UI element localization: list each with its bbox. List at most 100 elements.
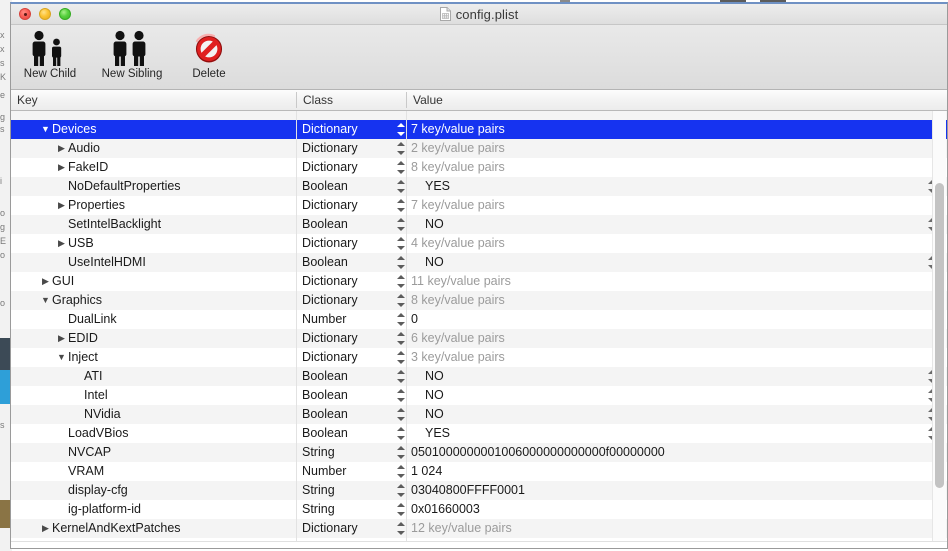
row-value-cell[interactable]: 0501000000001006000000000000f00000000 xyxy=(411,443,665,462)
row-value-cell[interactable]: 3 key/value pairs xyxy=(411,348,505,367)
chevron-down-icon[interactable]: ▼ xyxy=(41,291,50,310)
row-value-cell[interactable]: 0x01660003 xyxy=(411,500,480,519)
row-class-cell[interactable]: Boolean xyxy=(302,253,348,272)
table-row[interactable]: ▶ATI Boolean NO xyxy=(11,367,947,386)
delete-button[interactable]: Delete xyxy=(170,27,248,80)
row-class-cell[interactable]: Dictionary xyxy=(302,139,358,158)
row-value-cell[interactable]: 4 key/value pairs xyxy=(411,234,505,253)
row-class-cell[interactable]: Boolean xyxy=(302,424,348,443)
row-class-cell[interactable]: String xyxy=(302,481,335,500)
row-value-cell[interactable]: NO xyxy=(411,215,444,234)
table-row[interactable]: ▶ Audio Dictionary 2 key/value pairs xyxy=(11,139,947,158)
chevron-right-icon[interactable]: ▶ xyxy=(57,139,66,158)
class-stepper-control[interactable] xyxy=(397,275,406,288)
class-stepper-control[interactable] xyxy=(397,484,406,497)
chevron-right-icon[interactable]: ▶ xyxy=(57,158,66,177)
row-class-cell[interactable]: Number xyxy=(302,310,346,329)
table-row[interactable]: ▶NoDefaultProperties Boolean YES xyxy=(11,177,947,196)
table-row[interactable]: ▶ FakeID Dictionary 8 key/value pairs xyxy=(11,158,947,177)
column-header-value[interactable]: Value xyxy=(407,90,937,110)
vertical-scrollbar-thumb[interactable] xyxy=(935,183,944,488)
table-row[interactable]: ▼ Devices Dictionary 7 key/value pairs xyxy=(11,120,947,139)
row-value-cell[interactable]: NO xyxy=(411,367,444,386)
chevron-right-icon[interactable]: ▶ xyxy=(57,329,66,348)
class-stepper-control[interactable] xyxy=(397,465,406,478)
class-stepper-control[interactable] xyxy=(397,161,406,174)
row-class-cell[interactable]: Dictionary xyxy=(302,348,358,367)
row-class-cell[interactable]: String xyxy=(302,500,335,519)
class-stepper-control[interactable] xyxy=(397,503,406,516)
class-stepper-control[interactable] xyxy=(397,180,406,193)
chevron-right-icon[interactable]: ▶ xyxy=(41,519,50,538)
class-stepper-control[interactable] xyxy=(397,256,406,269)
class-stepper-control[interactable] xyxy=(397,294,406,307)
class-stepper-control[interactable] xyxy=(397,237,406,250)
new-sibling-button[interactable]: New Sibling xyxy=(93,27,171,80)
row-value-cell[interactable]: 11 key/value pairs xyxy=(411,272,511,291)
row-value-cell[interactable]: 03040800FFFF0001 xyxy=(411,481,525,500)
table-row[interactable]: ▼ Graphics Dictionary 8 key/value pairs xyxy=(11,291,947,310)
row-value-cell[interactable]: 0 xyxy=(411,310,418,329)
row-value-cell[interactable]: 12 key/value pairs xyxy=(411,519,512,538)
class-stepper-control[interactable] xyxy=(397,427,406,440)
chevron-right-icon[interactable]: ▶ xyxy=(57,196,66,215)
row-class-cell[interactable]: Dictionary xyxy=(302,234,358,253)
row-class-cell[interactable]: Boolean xyxy=(302,215,348,234)
plist-outline-table[interactable]: ▶▼DevicesDictionary7 key/value pairs▶Aud… xyxy=(11,111,947,541)
row-value-cell[interactable]: NO xyxy=(411,405,444,424)
new-child-button[interactable]: New Child xyxy=(11,27,89,80)
row-class-cell[interactable]: String xyxy=(302,443,335,462)
class-stepper-control[interactable] xyxy=(397,218,406,231)
table-row[interactable]: ▼ Inject Dictionary 3 key/value pairs xyxy=(11,348,947,367)
row-class-cell[interactable]: Dictionary xyxy=(302,291,358,310)
row-value-cell[interactable]: 7 key/value pairs xyxy=(411,196,505,215)
class-stepper-control[interactable] xyxy=(397,522,406,535)
class-stepper-control[interactable] xyxy=(397,142,406,155)
chevron-right-icon[interactable]: ▶ xyxy=(41,272,50,291)
row-value-cell[interactable]: 7 key/value pairs xyxy=(411,120,505,139)
row-class-cell[interactable]: Dictionary xyxy=(302,272,358,291)
class-stepper-control[interactable] xyxy=(397,332,406,345)
row-value-cell[interactable]: 1 024 xyxy=(411,462,442,481)
table-row[interactable]: ▶ GUI Dictionary 11 key/value pairs xyxy=(11,272,947,291)
row-class-cell[interactable]: Boolean xyxy=(302,177,348,196)
class-stepper-control[interactable] xyxy=(397,351,406,364)
table-row[interactable]: ▶ig-platform-id String 0x01660003 xyxy=(11,500,947,519)
row-value-cell[interactable]: 2 key/value pairs xyxy=(411,139,505,158)
table-row[interactable]: ▶DualLink Number 0 xyxy=(11,310,947,329)
table-row[interactable]: ▶LoadVBios Boolean YES xyxy=(11,424,947,443)
class-stepper-control[interactable] xyxy=(397,408,406,421)
table-row[interactable]: ▶display-cfg String 03040800FFFF0001 xyxy=(11,481,947,500)
row-value-cell[interactable]: 6 key/value pairs xyxy=(411,329,505,348)
row-value-cell[interactable]: YES xyxy=(411,177,450,196)
table-row[interactable]: ▶ EDID Dictionary 6 key/value pairs xyxy=(11,329,947,348)
table-row[interactable]: ▶VRAM Number 1 024 xyxy=(11,462,947,481)
vertical-scrollbar[interactable] xyxy=(932,111,946,541)
row-class-cell[interactable]: Dictionary xyxy=(302,329,358,348)
column-header-key[interactable]: Key xyxy=(11,90,296,110)
row-class-cell[interactable]: Boolean xyxy=(302,367,348,386)
row-class-cell[interactable]: Number xyxy=(302,462,346,481)
row-class-cell[interactable]: Dictionary xyxy=(302,158,358,177)
table-row[interactable]: ▶ KernelAndKextPatches Dictionary 12 key/va… xyxy=(11,519,947,538)
column-header-class[interactable]: Class xyxy=(297,90,406,110)
row-value-cell[interactable]: NO xyxy=(411,253,444,272)
table-row[interactable]: ▶ xyxy=(11,111,947,120)
table-row[interactable]: ▶ USB Dictionary 4 key/value pairs xyxy=(11,234,947,253)
chevron-down-icon[interactable]: ▼ xyxy=(41,120,50,139)
row-value-cell[interactable]: 8 key/value pairs xyxy=(411,158,505,177)
chevron-down-icon[interactable]: ▼ xyxy=(57,348,66,367)
class-stepper-control[interactable] xyxy=(397,313,406,326)
row-class-cell[interactable]: Boolean xyxy=(302,405,348,424)
class-stepper-control[interactable] xyxy=(397,389,406,402)
table-row[interactable]: ▶NVCAP String 0501000000001006000000000000… xyxy=(11,443,947,462)
table-row[interactable]: ▶UseIntelHDMI Boolean NO xyxy=(11,253,947,272)
table-row[interactable]: ▶Intel Boolean NO xyxy=(11,386,947,405)
class-stepper-control[interactable] xyxy=(397,370,406,383)
row-class-cell[interactable]: Dictionary xyxy=(302,120,358,139)
row-class-cell[interactable]: Dictionary xyxy=(302,519,358,538)
class-stepper-control[interactable] xyxy=(397,446,406,459)
class-stepper-control[interactable] xyxy=(397,123,406,136)
table-row[interactable]: ▶NVidia Boolean NO xyxy=(11,405,947,424)
table-row[interactable]: ▶SetIntelBacklight Boolean NO xyxy=(11,215,947,234)
